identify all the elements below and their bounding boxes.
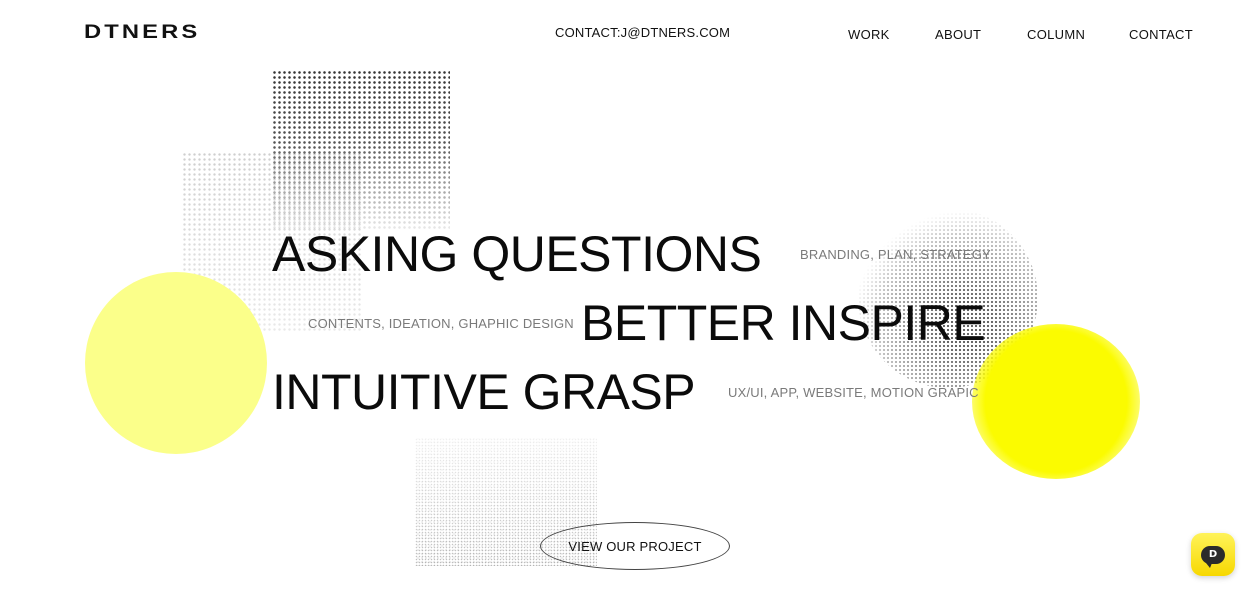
yellow-glow-circle: [972, 324, 1140, 479]
tag-branding: BRANDING, PLAN, STRATEGY: [800, 247, 991, 262]
tag-uxui: UX/UI, APP, WEBSITE, MOTION GRAPIC: [728, 385, 979, 400]
contact-email[interactable]: CONTACT:J@DTNERS.COM: [555, 25, 730, 40]
headline-asking-questions: ASKING QUESTIONS: [272, 226, 762, 282]
halftone-dark-square: [272, 70, 450, 230]
view-project-button[interactable]: VIEW OUR PROJECT: [540, 522, 730, 570]
nav-contact[interactable]: CONTACT: [1129, 27, 1193, 42]
nav-about[interactable]: ABOUT: [935, 27, 981, 42]
nav-column[interactable]: COLUMN: [1027, 27, 1085, 42]
pale-yellow-circle: [85, 272, 267, 454]
headline-intuitive-grasp: INTUITIVE GRASP: [272, 364, 696, 420]
brand-logo[interactable]: DTNERS: [84, 22, 200, 44]
headline-better-inspire: BETTER INSPIRE: [581, 295, 986, 351]
chat-widget-button[interactable]: D: [1191, 533, 1235, 576]
nav-work[interactable]: WORK: [848, 27, 890, 42]
chat-bubble-icon: D: [1201, 545, 1225, 568]
tag-contents: CONTENTS, IDEATION, GHAPHIC DESIGN: [308, 316, 574, 331]
chat-letter: D: [1208, 549, 1218, 560]
